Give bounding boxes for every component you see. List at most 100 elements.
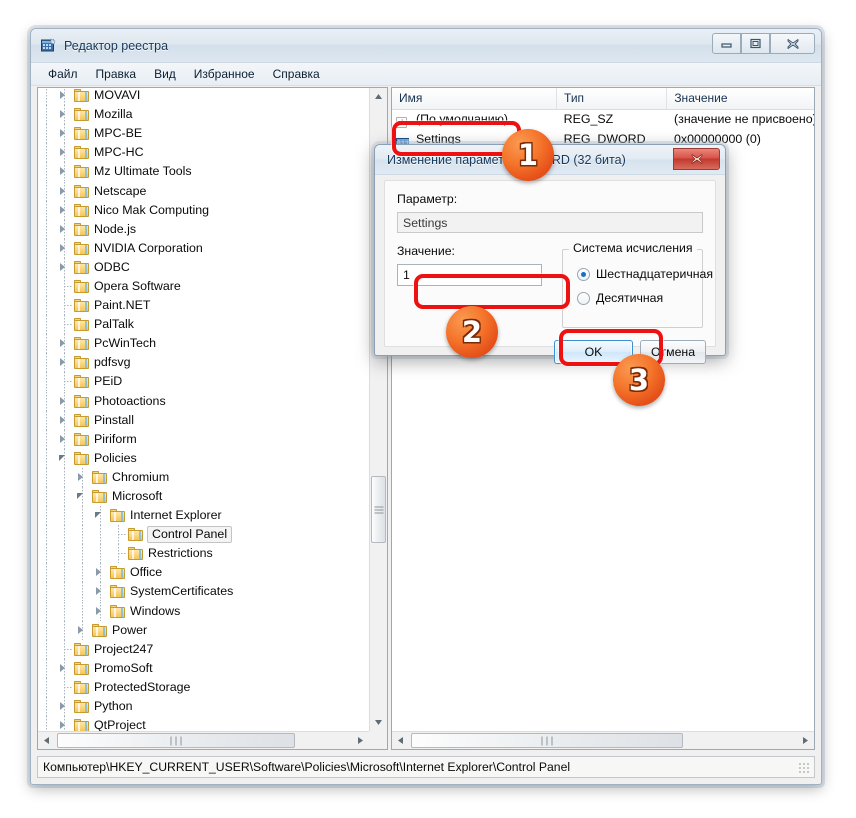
chevron-right-icon[interactable]	[60, 205, 65, 214]
chevron-right-icon[interactable]	[60, 396, 65, 405]
chevron-right-icon[interactable]	[60, 358, 65, 367]
tree-item-qtproject[interactable]: QtProject	[38, 716, 369, 731]
values-scroll-left-button[interactable]	[392, 732, 409, 749]
param-name-field[interactable]: Settings	[397, 212, 703, 233]
tree-scroll-right-button[interactable]	[352, 732, 369, 749]
tree-item-policies[interactable]: Policies	[38, 448, 369, 468]
tree-scroll-up-button[interactable]	[370, 88, 387, 105]
chevron-right-icon[interactable]	[60, 702, 65, 711]
tree-item-pcwintech[interactable]: PcWinTech	[38, 334, 369, 354]
tree-item-microsoft[interactable]: Microsoft	[38, 487, 369, 507]
tree-item-promosoft[interactable]: PromoSoft	[38, 658, 369, 678]
chevron-right-icon[interactable]	[60, 262, 65, 271]
tree-item-netscape[interactable]: Netscape	[38, 181, 369, 201]
tree-scroll-down-button[interactable]	[370, 714, 387, 731]
tree-item-chromium[interactable]: Chromium	[38, 467, 369, 487]
window-titlebar[interactable]: Редактор реестра	[31, 29, 821, 63]
chevron-right-icon[interactable]	[60, 129, 65, 138]
tree-item-node-js[interactable]: Node.js	[38, 219, 369, 239]
chevron-right-icon[interactable]	[96, 606, 101, 615]
minimize-button[interactable]	[712, 33, 741, 54]
registry-tree[interactable]: MOVAVI Mozilla MPC-BE MPC-HC Mz Ultimate Too…	[38, 88, 369, 731]
chevron-right-icon[interactable]	[60, 434, 65, 443]
tree-guide-line	[64, 582, 65, 602]
tree-item-mozilla[interactable]: Mozilla	[38, 105, 369, 125]
radio-decimal[interactable]: Десятичная	[577, 291, 663, 305]
values-horizontal-scroll-thumb[interactable]	[411, 733, 683, 748]
tree-item-restrictions[interactable]: Restrictions	[38, 544, 369, 564]
column-header-value[interactable]: Значение	[667, 88, 814, 109]
chevron-right-icon[interactable]	[60, 663, 65, 672]
chevron-right-icon[interactable]	[60, 91, 65, 100]
radio-hexadecimal[interactable]: Шестнадцатеричная	[577, 267, 713, 281]
tree-horizontal-scroll-thumb[interactable]	[57, 733, 295, 748]
resize-grip-icon[interactable]	[799, 763, 811, 775]
chevron-right-icon[interactable]	[60, 167, 65, 176]
ok-button[interactable]: OK	[554, 340, 633, 364]
tree-item-windows[interactable]: Windows	[38, 601, 369, 621]
tree-item-pinstall[interactable]: Pinstall	[38, 410, 369, 430]
tree-vertical-scroll-thumb[interactable]	[371, 476, 386, 543]
tree-item-python[interactable]: Python	[38, 697, 369, 717]
tree-item-nvidia-corporation[interactable]: NVIDIA Corporation	[38, 238, 369, 258]
folder-icon	[74, 108, 90, 122]
chevron-down-icon[interactable]	[77, 493, 83, 500]
tree-item-nico-mak-computing[interactable]: Nico Mak Computing	[38, 200, 369, 220]
tree-item-paint-net[interactable]: Paint.NET	[38, 296, 369, 316]
chevron-right-icon[interactable]	[60, 110, 65, 119]
chevron-right-icon[interactable]	[60, 148, 65, 157]
tree-horizontal-scrollbar[interactable]	[38, 731, 369, 749]
chevron-down-icon[interactable]	[95, 512, 101, 519]
tree-item-odbc[interactable]: ODBC	[38, 257, 369, 277]
tree-item-power[interactable]: Power	[38, 620, 369, 640]
tree-expander	[56, 716, 74, 731]
dialog-titlebar[interactable]: Изменение параметра DWORD (32 бита)	[375, 145, 725, 175]
menu-item-help[interactable]: Справка	[264, 65, 329, 83]
tree-item-internet-explorer[interactable]: Internet Explorer	[38, 506, 369, 526]
tree-item-systemcertificates[interactable]: SystemCertificates	[38, 582, 369, 602]
chevron-right-icon[interactable]	[96, 587, 101, 596]
tree-item-photoactions[interactable]: Photoactions	[38, 391, 369, 411]
column-header-name[interactable]: Имя	[392, 88, 558, 109]
tree-item-mpc-be[interactable]: MPC-BE	[38, 124, 369, 144]
tree-indent	[56, 506, 74, 526]
chevron-right-icon[interactable]	[60, 243, 65, 252]
tree-scroll-left-button[interactable]	[38, 732, 55, 749]
tree-expander	[56, 448, 74, 468]
chevron-right-icon[interactable]	[60, 224, 65, 233]
maximize-button[interactable]	[741, 33, 770, 54]
table-row[interactable]: ab (По умолчанию) REG_SZ (значение не пр…	[392, 109, 814, 129]
value-name: (По умолчанию)	[416, 112, 509, 126]
tree-item-office[interactable]: Office	[38, 563, 369, 583]
tree-item-paltalk[interactable]: PalTalk	[38, 315, 369, 335]
tree-item-movavi[interactable]: MOVAVI	[38, 88, 369, 106]
dialog-close-button[interactable]	[673, 148, 720, 170]
tree-item-mpc-hc[interactable]: MPC-HC	[38, 143, 369, 163]
tree-item-opera-software[interactable]: Opera Software	[38, 276, 369, 296]
tree-item-protectedstorage[interactable]: ProtectedStorage	[38, 677, 369, 697]
cancel-button[interactable]: Отмена	[640, 340, 706, 364]
tree-item-control-panel[interactable]: Control Panel	[38, 525, 369, 545]
menu-item-view[interactable]: Вид	[145, 65, 185, 83]
chevron-right-icon[interactable]	[60, 186, 65, 195]
menu-item-file[interactable]: Файл	[39, 65, 87, 83]
tree-item-piriform[interactable]: Piriform	[38, 429, 369, 449]
menu-item-edit[interactable]: Правка	[87, 65, 146, 83]
value-data-field[interactable]: 1	[397, 264, 542, 286]
chevron-right-icon[interactable]	[78, 472, 83, 481]
chevron-right-icon[interactable]	[96, 568, 101, 577]
chevron-right-icon[interactable]	[60, 721, 65, 730]
chevron-right-icon[interactable]	[78, 625, 83, 634]
chevron-right-icon[interactable]	[60, 415, 65, 424]
menu-item-favorites[interactable]: Избранное	[185, 65, 264, 83]
chevron-right-icon[interactable]	[60, 339, 65, 348]
tree-item-project247[interactable]: Project247	[38, 639, 369, 659]
tree-item-peid[interactable]: PEiD	[38, 372, 369, 392]
values-scroll-right-button[interactable]	[797, 732, 814, 749]
tree-item-pdfsvg[interactable]: pdfsvg	[38, 353, 369, 373]
close-button[interactable]	[770, 33, 815, 54]
values-horizontal-scrollbar[interactable]	[392, 731, 814, 749]
tree-item-mz-ultimate-tools[interactable]: Mz Ultimate Tools	[38, 162, 369, 182]
chevron-down-icon[interactable]	[59, 454, 65, 461]
column-header-type[interactable]: Тип	[557, 88, 668, 109]
